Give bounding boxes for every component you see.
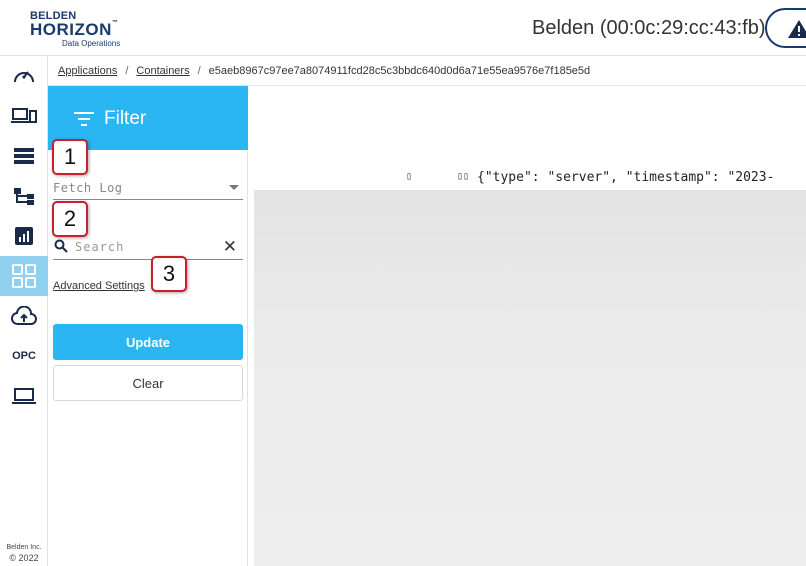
- app-root: BELDEN HORIZON™ Data Operations Belden (…: [0, 0, 806, 566]
- log-search-box: ✕: [53, 234, 243, 260]
- applications-grid-icon: [12, 264, 36, 288]
- opc-label: OPC: [12, 350, 36, 362]
- topology-icon: [14, 188, 34, 205]
- log-content-blurred: [254, 190, 806, 566]
- alerts-button[interactable]: [765, 8, 806, 48]
- breadcrumb-applications[interactable]: Applications: [58, 65, 117, 77]
- breadcrumb-separator: /: [125, 64, 129, 77]
- sidebar-item-servers[interactable]: [0, 136, 48, 176]
- sidebar-item-dashboard[interactable]: [0, 56, 48, 96]
- breadcrumb: Applications / Containers / e5aeb8967c97…: [48, 56, 806, 86]
- copyright-footer: Belden Inc. © 2022: [0, 542, 48, 564]
- sidebar-item-topology[interactable]: [0, 176, 48, 216]
- log-line: ▯ ▯▯ {"type": "server", "timestamp": "20…: [249, 168, 806, 190]
- search-input[interactable]: [75, 238, 215, 256]
- log-control-glyph: ▯: [406, 171, 413, 182]
- copyright-year: © 2022: [9, 553, 39, 563]
- top-header: BELDEN HORIZON™ Data Operations Belden (…: [0, 0, 806, 56]
- fetch-log-placeholder: Fetch Log: [53, 181, 123, 195]
- sidebar-item-statistics[interactable]: [0, 216, 48, 256]
- warning-icon: [788, 20, 806, 38]
- log-line-text: {"type": "server", "timestamp": "2023-: [477, 170, 775, 185]
- nav-sidebar: OPC Belden Inc. © 2022: [0, 56, 48, 566]
- sidebar-item-applications[interactable]: [0, 256, 48, 296]
- breadcrumb-containers[interactable]: Containers: [136, 65, 189, 77]
- sidebar-item-devices[interactable]: [0, 96, 48, 136]
- sidebar-item-cloud[interactable]: [0, 296, 48, 336]
- cloud-upload-icon: [11, 306, 37, 325]
- callout-2: 2: [52, 201, 88, 237]
- clear-button[interactable]: Clear: [53, 365, 243, 401]
- clear-search-icon[interactable]: ✕: [223, 237, 237, 257]
- servers-list-icon: [14, 148, 34, 164]
- callout-3: 3: [151, 256, 187, 292]
- fetch-log-select[interactable]: Fetch Log: [53, 176, 243, 200]
- bar-chart-icon: [15, 227, 33, 245]
- log-output-area[interactable]: ▯ ▯▯ {"type": "server", "timestamp": "20…: [249, 86, 806, 566]
- callout-1: 1: [52, 139, 88, 175]
- filter-panel: Filter 1 Fetch Log 2 ✕ 3 Advanced Settin…: [48, 86, 248, 566]
- logo-brand-main: HORIZON™: [30, 20, 119, 39]
- dashboard-gauge-icon: [14, 71, 34, 83]
- belden-horizon-logo[interactable]: BELDEN HORIZON™ Data Operations: [30, 10, 130, 48]
- filter-title: Filter: [104, 108, 147, 129]
- device-name: Belden (00:0c:29:cc:43:fb): [532, 17, 766, 39]
- filter-icon: [74, 112, 94, 126]
- breadcrumb-current-container-id: e5aeb8967c97ee7a8074911fcd28c5c3bbdc640d…: [208, 64, 591, 77]
- sidebar-item-opc[interactable]: OPC: [0, 336, 48, 376]
- search-icon: [54, 239, 68, 253]
- advanced-settings-link[interactable]: Advanced Settings: [53, 280, 145, 292]
- log-control-glyph: ▯▯: [457, 171, 470, 182]
- sidebar-item-terminal[interactable]: [0, 376, 48, 416]
- update-button[interactable]: Update: [53, 324, 243, 360]
- laptop-icon: [12, 388, 36, 404]
- company-name: Belden Inc.: [6, 544, 42, 551]
- logo-brand-sub: Data Operations: [62, 39, 121, 48]
- devices-icon: [11, 108, 37, 123]
- breadcrumb-separator: /: [197, 64, 201, 77]
- chevron-down-icon: [229, 185, 239, 190]
